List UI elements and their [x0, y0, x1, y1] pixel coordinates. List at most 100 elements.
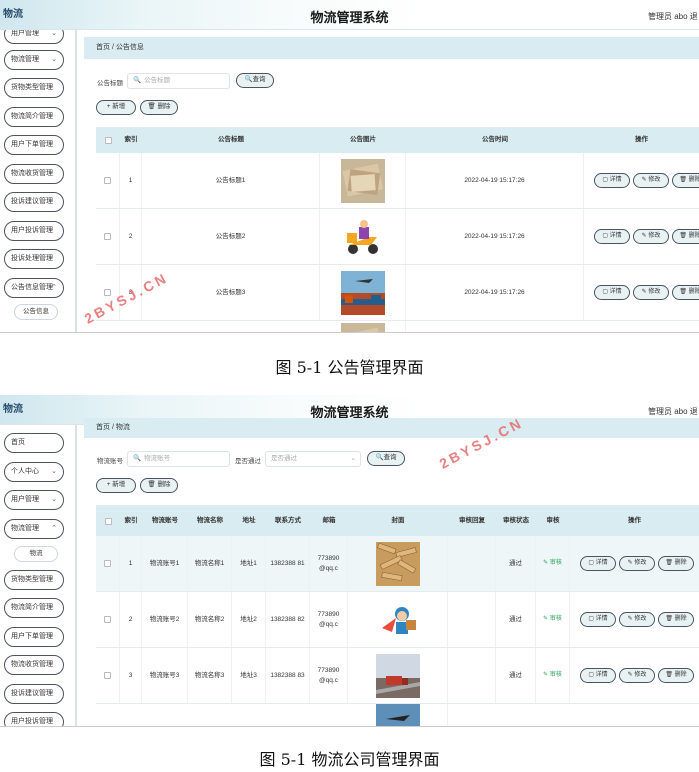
money-icon[interactable] [340, 158, 385, 203]
truck-road-icon[interactable] [375, 653, 420, 698]
table-row[interactable]: 2 公告标题2 2022-04-19 15:17:26 ▢ 详情✎ 修改🗑 删除 [96, 209, 699, 265]
edit-button[interactable]: ✎ 修改 [633, 284, 669, 300]
select-all-checkbox[interactable] [104, 137, 112, 144]
edit-button[interactable]: ✎ 修改 [619, 667, 655, 683]
add-button[interactable]: + 新增 [96, 100, 136, 115]
detail-button[interactable]: ▢ 详情 [580, 555, 616, 571]
cell-time: 2022-04-19 15:17:26 [406, 265, 584, 320]
table-row[interactable]: 3 物流账号3 物流名称3 地址3 1382388 83 773890 @qq.… [96, 648, 699, 704]
sidebar-item-goods-type[interactable]: 货物类型管理 [4, 78, 64, 98]
detail-button[interactable]: ▢ 详情 [580, 611, 616, 627]
sidebar-item-logistics-management[interactable]: 物流管理 ⌃ [4, 519, 64, 539]
add-button[interactable]: + 新增 [96, 478, 136, 493]
detail-icon: ▢ [588, 559, 594, 566]
edit-button[interactable]: ✎ 修改 [633, 172, 669, 188]
row-checkbox[interactable] [104, 560, 111, 567]
detail-button[interactable]: ▢ 详情 [594, 172, 630, 188]
sidebar-item-user-orders[interactable]: 用户下单管理 [4, 135, 64, 155]
sidebar-item-suggestions[interactable]: 投诉建议管理 [4, 684, 64, 704]
row-checkbox[interactable] [104, 177, 111, 184]
sidebar-item-user-complaints[interactable]: 用户投诉管理 [4, 221, 64, 241]
notice-title-input[interactable]: 🔍 公告标题 [127, 73, 230, 89]
sidebar-item-personal-center[interactable]: 个人中心 ⌄ [4, 462, 64, 482]
row-checkbox[interactable] [104, 616, 111, 623]
breadcrumb-home[interactable]: 首页 [96, 44, 110, 51]
review-link[interactable]: ✎ 审核 [536, 592, 570, 647]
edit-button[interactable]: ✎ 修改 [619, 555, 655, 571]
col-email[interactable]: 邮箱 [310, 506, 348, 536]
query-button[interactable]: 🔍查询 [367, 451, 405, 466]
admin-user-label[interactable]: 管理员 abo 退 [648, 406, 698, 417]
cell-name: 物流名称1 [188, 536, 232, 591]
screenshot-logistics-company-management: 物流 物流管理系统 管理员 abo 退 首页 个人中心 ⌄ 用户管理 ⌄ 物流管理 ⌃… [0, 395, 699, 727]
query-button[interactable]: 🔍查询 [236, 73, 274, 88]
col-account[interactable]: 物流账号 [142, 506, 188, 536]
cell-phone: 1382388 82 [266, 592, 310, 647]
sidebar-item-complaint-handling[interactable]: 投诉处理管理 [4, 249, 64, 269]
wood-icon[interactable] [375, 541, 420, 586]
courier-icon[interactable] [375, 597, 420, 642]
sidebar-item-logistics-intro[interactable]: 物流简介管理 [4, 107, 64, 127]
breadcrumb-current: 公告信息 [115, 44, 144, 51]
review-link[interactable]: ✎ 审核 [536, 648, 570, 703]
col-address[interactable]: 地址 [232, 506, 266, 536]
row-checkbox[interactable] [104, 289, 111, 296]
delete-button[interactable]: 🗑 删除 [672, 228, 699, 244]
delete-button[interactable]: 🗑 删除 [658, 667, 694, 683]
sidebar-subitem-notice[interactable]: 公告信息 [14, 304, 58, 320]
sidebar-item-user-complaints[interactable]: 用户投诉管理 [4, 712, 64, 726]
delete-button[interactable]: 🗑 删除 [672, 172, 699, 188]
admin-user-label[interactable]: 管理员 abo 退 [648, 11, 698, 22]
delivery-scooter-icon[interactable] [340, 214, 385, 259]
plane-icon[interactable] [375, 704, 420, 726]
logistics-account-input[interactable]: 🔍 物流账号 [127, 451, 230, 467]
col-time[interactable]: 公告时间 [406, 128, 584, 153]
sidebar-item-goods-type[interactable]: 货物类型管理 [4, 570, 64, 590]
breadcrumb-home[interactable]: 首页 [96, 424, 110, 431]
delete-button[interactable]: 🗑 删除 [658, 555, 694, 571]
table-row[interactable]: 1 公告标题1 2022-04-19 15:17:26 ▢ 详情✎ 修改🗑 删除 [96, 153, 699, 209]
detail-button[interactable]: ▢ 详情 [580, 667, 616, 683]
row-checkbox[interactable] [104, 233, 111, 240]
review-link[interactable]: ✎ 审核 [536, 536, 570, 591]
sidebar-item-suggestions[interactable]: 投诉建议管理 [4, 192, 64, 212]
table-row[interactable]: 1 物流账号1 物流名称1 地址1 1382388 81 773890 @qq.… [96, 536, 699, 592]
money-icon[interactable] [340, 322, 385, 332]
delete-button[interactable]: 🗑 删除 [140, 478, 178, 493]
table-row[interactable] [96, 321, 699, 332]
approved-select[interactable]: 是否通过 ⌄ [265, 451, 361, 467]
sidebar-item-home[interactable]: 首页 [4, 433, 64, 453]
select-all-checkbox[interactable] [104, 517, 112, 525]
search-icon: 🔍 [133, 77, 142, 84]
sidebar-item-logistics-intro[interactable]: 物流简介管理 [4, 598, 64, 618]
breadcrumb: 首页 / 物流 [84, 418, 699, 438]
delete-button[interactable]: 🗑 删除 [672, 284, 699, 300]
port-plane-icon[interactable] [340, 270, 385, 315]
table-row[interactable]: 2 物流账号2 物流名称2 地址2 1382388 82 773890 @qq.… [96, 592, 699, 648]
sidebar-item-receiving[interactable]: 物流收货管理 [4, 164, 64, 184]
sidebar-subitem-logistics[interactable]: 物流 [14, 546, 58, 562]
col-name[interactable]: 物流名称 [188, 506, 232, 536]
sidebar-item-user-management[interactable]: 用户管理 ⌄ [4, 30, 64, 44]
delete-button[interactable]: 🗑 删除 [658, 611, 694, 627]
col-image[interactable]: 公告图片 [320, 128, 406, 153]
col-cover[interactable]: 封面 [348, 506, 448, 536]
cell-address: 地址2 [232, 592, 266, 647]
sidebar-item-logistics-management[interactable]: 物流管理 ⌄ [4, 50, 64, 70]
col-status[interactable]: 审核状态 [496, 506, 536, 536]
col-phone[interactable]: 联系方式 [266, 506, 310, 536]
sidebar-item-receiving[interactable]: 物流收货管理 [4, 655, 64, 675]
detail-button[interactable]: ▢ 详情 [594, 284, 630, 300]
sidebar-item-user-management[interactable]: 用户管理 ⌄ [4, 490, 64, 510]
table-row[interactable] [96, 704, 699, 726]
sidebar-item-user-orders[interactable]: 用户下单管理 [4, 627, 64, 647]
edit-button[interactable]: ✎ 修改 [633, 228, 669, 244]
delete-button[interactable]: 🗑 删除 [140, 100, 178, 115]
col-reply[interactable]: 审核回复 [448, 506, 496, 536]
edit-button[interactable]: ✎ 修改 [619, 611, 655, 627]
detail-button[interactable]: ▢ 详情 [594, 228, 630, 244]
sidebar-item-notice-management[interactable]: 公告信息管理 ⌃ [4, 278, 64, 298]
row-checkbox[interactable] [104, 672, 111, 679]
table-row[interactable]: 3 公告标题3 2022-04-19 15:17:26 ▢ 详情✎ 修改🗑 删除 [96, 265, 699, 321]
col-title[interactable]: 公告标题 [142, 128, 320, 153]
